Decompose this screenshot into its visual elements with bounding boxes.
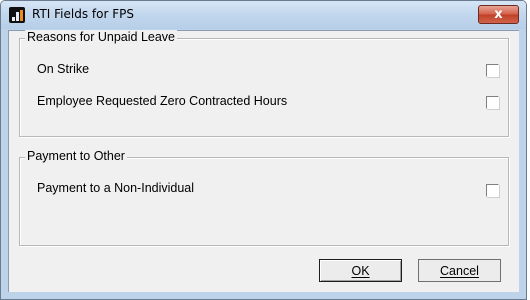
window-title: RTI Fields for FPS [32,7,134,21]
cancel-button-label: Cancel [440,263,479,278]
checkbox-payment-non-individual[interactable] [486,184,499,197]
cancel-button[interactable]: Cancel [418,259,501,282]
label-on-strike: On Strike [37,62,90,76]
close-icon: x [494,7,503,22]
checkbox-on-strike[interactable] [486,64,499,77]
group-legend-payment-other: Payment to Other [25,149,127,163]
title-bar[interactable]: RTI Fields for FPS x [1,1,526,29]
dialog-client-area: Reasons for Unpaid Leave On Strike Emplo… [8,30,519,292]
close-button[interactable]: x [478,5,519,24]
ok-button[interactable]: OK [319,259,402,282]
group-legend-unpaid-leave: Reasons for Unpaid Leave [25,30,178,44]
app-chart-icon [9,7,25,23]
checkbox-employee-requested-zero-hours[interactable] [486,96,499,109]
group-payment-to-other: Payment to Other Payment to a Non-Indivi… [19,149,509,246]
group-reasons-unpaid-leave: Reasons for Unpaid Leave On Strike Emplo… [19,30,509,137]
dialog-window: RTI Fields for FPS x Reasons for Unpaid … [0,0,527,300]
label-payment-non-individual: Payment to a Non-Individual [37,181,195,195]
label-employee-requested-zero-hours: Employee Requested Zero Contracted Hours [37,94,288,108]
ok-button-label: OK [351,263,370,278]
